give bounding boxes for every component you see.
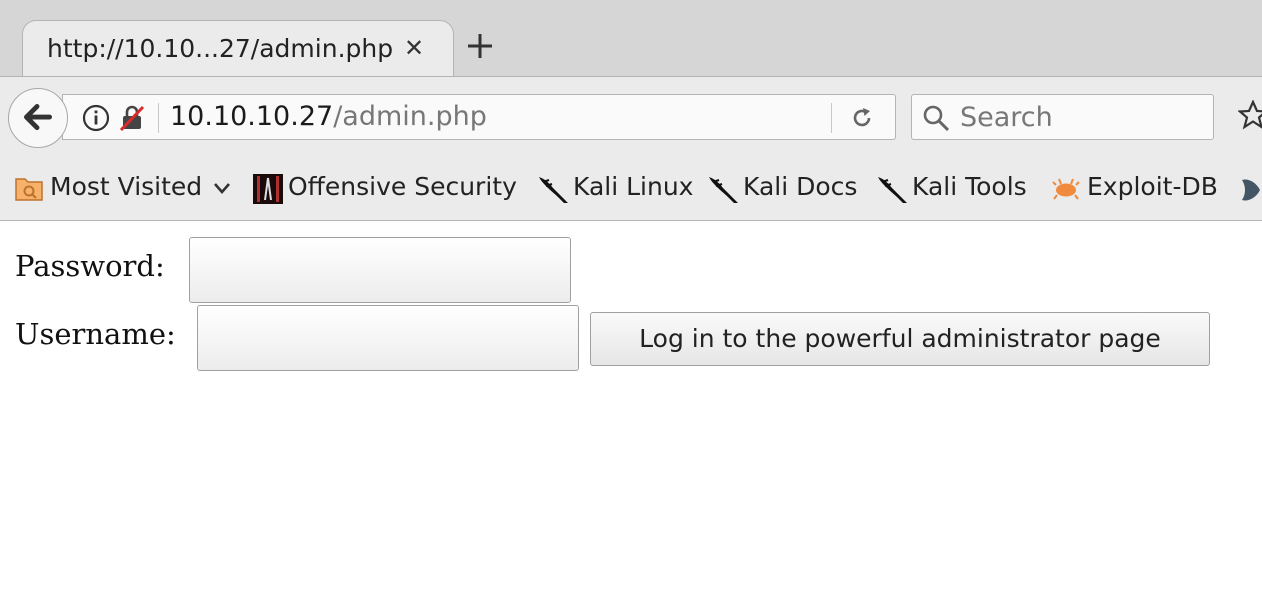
login-submit-button[interactable]: Log in to the powerful administrator pag…: [590, 312, 1210, 366]
folder-icon: [15, 178, 43, 201]
url-path: /admin.php: [333, 101, 487, 132]
bookmark-kali-tools[interactable]: Kali Tools: [876, 170, 1041, 204]
bookmark-label: Exploit-DB: [1087, 172, 1218, 201]
bookmark-overflow-icon[interactable]: [1238, 174, 1262, 206]
bookmark-label: Kali Tools: [912, 172, 1027, 201]
tab-strip: http://10.10...27/admin.php ✕: [0, 0, 1262, 78]
tab-close-icon[interactable]: ✕: [401, 35, 427, 61]
search-icon: [923, 105, 950, 132]
username-label: Username:: [15, 317, 176, 351]
kali-dragon-icon: [878, 177, 907, 203]
url-host: 10.10.10.27: [170, 101, 334, 132]
password-input[interactable]: [189, 237, 571, 303]
new-tab-plus-icon[interactable]: [464, 30, 496, 62]
back-arrow-icon: [23, 103, 53, 131]
insecure-lock-icon[interactable]: [118, 104, 146, 132]
chevron-down-icon: [214, 183, 230, 194]
bookmark-label: Kali Linux: [573, 172, 694, 201]
bookmark-label: Offensive Security: [288, 172, 517, 201]
password-label: Password:: [15, 249, 165, 283]
navigation-toolbar: 10.10.10.27/admin.php Search: [0, 76, 1262, 156]
bookmark-most-visited[interactable]: Most Visited: [14, 170, 236, 204]
exploit-db-bug-icon: [1052, 178, 1080, 200]
bookmark-label: Kali Docs: [743, 172, 858, 201]
url-bar[interactable]: 10.10.10.27/admin.php: [62, 94, 896, 140]
search-bar[interactable]: Search: [911, 94, 1214, 140]
search-placeholder: Search: [960, 102, 1053, 133]
url-text[interactable]: 10.10.10.27/admin.php: [170, 101, 487, 132]
username-input[interactable]: [197, 305, 579, 371]
offensive-security-icon: [253, 174, 283, 204]
kali-dragon-icon: [539, 177, 568, 203]
back-button[interactable]: [8, 88, 68, 148]
active-tab[interactable]: http://10.10...27/admin.php ✕: [22, 20, 454, 78]
url-separator: [831, 103, 832, 133]
bookmark-kali-linux[interactable]: Kali Linux: [537, 170, 697, 204]
kali-dragon-icon: [709, 177, 738, 203]
page-content: Password: Username: Log in to the powerf…: [0, 221, 1262, 610]
reload-icon[interactable]: [849, 105, 875, 131]
tab-title: http://10.10...27/admin.php: [47, 34, 394, 63]
url-separator: [158, 103, 159, 133]
bookmark-offensive-security[interactable]: Offensive Security: [252, 170, 524, 204]
bookmark-label: Most Visited: [50, 172, 203, 201]
bookmark-kali-docs[interactable]: Kali Docs: [707, 170, 867, 204]
bookmark-exploit-db[interactable]: Exploit-DB: [1051, 170, 1231, 204]
bookmarks-toolbar: Most Visited Offensive Security Kali Lin…: [0, 156, 1262, 221]
bookmark-star-icon[interactable]: [1238, 100, 1262, 130]
info-icon[interactable]: [82, 104, 110, 132]
